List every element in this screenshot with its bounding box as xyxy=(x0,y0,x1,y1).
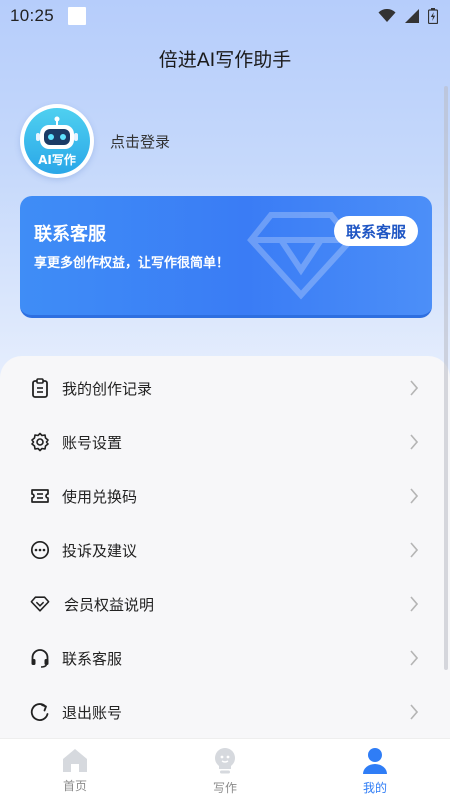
menu-item-label: 我的创作记录 xyxy=(62,379,153,398)
menu-item-label: 账号设置 xyxy=(62,433,123,452)
menu-sheet: 我的创作记录 账号设置 使用兑换码 投诉及建议 会员权益说明 联系客服 退出账号 xyxy=(0,356,450,746)
robot-icon xyxy=(36,116,78,149)
menu-item-redeem-code[interactable]: 使用兑换码 xyxy=(0,476,450,516)
home-icon xyxy=(63,749,87,772)
headset-icon xyxy=(30,648,50,668)
vip-card-title: 联系客服 xyxy=(34,224,106,245)
vip-card-subtitle: 享更多创作权益，让写作很简单！ xyxy=(34,256,230,271)
menu-item-feedback[interactable]: 投诉及建议 xyxy=(0,530,450,570)
menu-item-creation-records[interactable]: 我的创作记录 xyxy=(0,368,450,408)
chevron-right-icon xyxy=(410,596,418,612)
menu-item-label: 使用兑换码 xyxy=(62,487,138,506)
signal-icon xyxy=(405,9,419,23)
avatar-label: AI写作 xyxy=(38,153,76,167)
wifi-icon xyxy=(378,9,396,22)
menu-item-logout[interactable]: 退出账号 xyxy=(0,692,450,732)
scrollbar[interactable] xyxy=(444,86,448,670)
menu-item-label: 联系客服 xyxy=(62,649,123,668)
tab-label: 我的 xyxy=(362,781,387,795)
login-link[interactable]: 点击登录 xyxy=(110,131,170,152)
tab-label: 写作 xyxy=(212,781,237,795)
chevron-right-icon xyxy=(410,650,418,666)
status-time: 10:25 xyxy=(10,6,55,25)
diamond-icon xyxy=(30,594,50,614)
menu-item-label: 会员权益说明 xyxy=(64,595,155,614)
vip-card[interactable]: 联系客服 享更多创作权益，让写作很简单！ 联系客服 xyxy=(20,196,432,318)
chat-dots-icon xyxy=(30,540,50,560)
profile-section[interactable]: AI写作 点击登录 xyxy=(20,104,170,178)
menu-item-customer-service[interactable]: 联系客服 xyxy=(0,638,450,678)
gear-icon xyxy=(30,432,50,452)
page-title: 倍进AI写作助手 xyxy=(158,48,292,71)
avatar-image: AI写作 xyxy=(24,108,90,174)
chevron-right-icon xyxy=(410,380,418,396)
tab-mine[interactable]: 我的 xyxy=(300,739,450,800)
ticket-icon xyxy=(30,486,50,506)
logout-icon xyxy=(30,702,50,722)
notification-icon xyxy=(68,7,87,25)
user-icon xyxy=(363,748,387,774)
tab-home[interactable]: 首页 xyxy=(0,739,150,800)
contact-service-button[interactable]: 联系客服 xyxy=(333,216,418,246)
lightbulb-icon xyxy=(215,748,235,774)
status-bar: 10:25 xyxy=(0,0,450,32)
avatar[interactable]: AI写作 xyxy=(20,104,94,178)
tab-write[interactable]: 写作 xyxy=(150,739,300,800)
menu-item-label: 投诉及建议 xyxy=(62,541,138,560)
bottom-tab-bar: 首页 写作 我的 xyxy=(0,738,450,800)
chevron-right-icon xyxy=(410,704,418,720)
status-icons xyxy=(378,8,438,24)
chevron-right-icon xyxy=(410,488,418,504)
clipboard-icon xyxy=(30,378,50,398)
menu-item-label: 退出账号 xyxy=(62,703,123,722)
tab-label: 首页 xyxy=(62,779,87,793)
chevron-right-icon xyxy=(410,542,418,558)
menu-item-membership-info[interactable]: 会员权益说明 xyxy=(0,584,450,624)
battery-icon xyxy=(428,8,438,24)
chevron-right-icon xyxy=(410,434,418,450)
menu-item-account-settings[interactable]: 账号设置 xyxy=(0,422,450,462)
